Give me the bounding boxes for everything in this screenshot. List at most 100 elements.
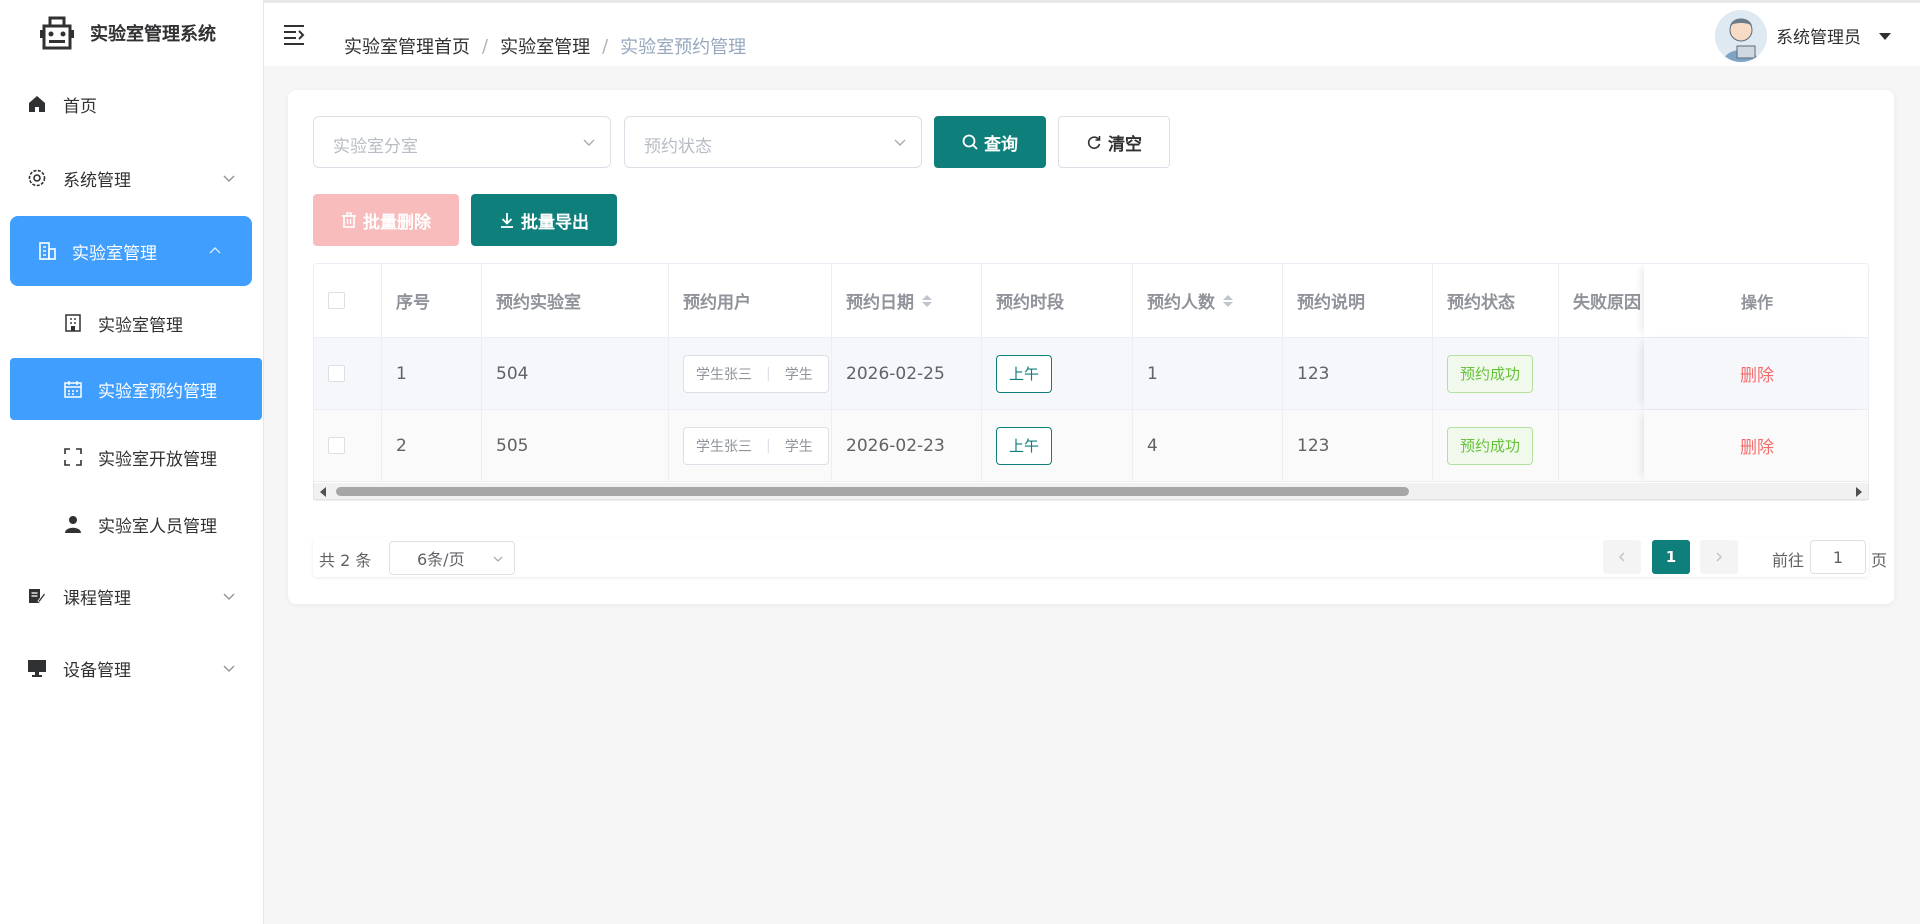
slot-tag: 上午: [996, 354, 1052, 393]
office-icon: [62, 312, 84, 334]
cell-index: 2: [382, 410, 482, 481]
cell-note: 123: [1283, 338, 1433, 409]
column-header-label: 操作: [1740, 292, 1773, 312]
column-header-count[interactable]: 预约人数: [1133, 264, 1283, 337]
status-select[interactable]: 预约状态: [624, 116, 922, 168]
delete-link[interactable]: 删除: [1740, 433, 1774, 458]
column-header: 预约用户: [669, 264, 832, 337]
goto-page-input[interactable]: 1: [1810, 540, 1866, 574]
room-select[interactable]: 实验室分室: [313, 116, 611, 168]
breadcrumb-home[interactable]: 实验室管理首页: [344, 33, 470, 59]
menu-collapse-icon[interactable]: [282, 23, 306, 45]
user-icon: [62, 513, 84, 535]
sort-caret-icon[interactable]: [1223, 294, 1233, 307]
row-checkbox[interactable]: [328, 365, 345, 382]
page-size-select[interactable]: 6条/页: [389, 541, 515, 575]
column-header: 序号: [382, 264, 482, 337]
sidebar-subitem-lab-manage[interactable]: 实验室管理: [0, 292, 264, 354]
sidebar-item-label: 设备管理: [63, 660, 131, 681]
cell-date: 2026-02-25: [832, 338, 982, 409]
scroll-right-icon[interactable]: [1856, 487, 1862, 497]
users-tags-input[interactable]: 学生张三 | 学生: [683, 426, 829, 465]
cell-reason: [1559, 338, 1649, 409]
pagination: 共 2 条 6条/页 1 前往 1 页: [313, 537, 1887, 577]
breadcrumb-separator: /: [482, 35, 489, 57]
caret-down-icon[interactable]: [1879, 33, 1891, 40]
chevron-down-icon: [223, 175, 235, 182]
sidebar-item-home[interactable]: 首页: [0, 74, 264, 134]
delete-link[interactable]: 删除: [1740, 361, 1774, 386]
page-unit-label: 页: [1871, 551, 1888, 570]
chevron-down-icon: [583, 139, 595, 146]
sort-caret-icon[interactable]: [922, 294, 932, 307]
cell-users: 学生张三 | 学生: [669, 338, 832, 409]
brand[interactable]: 实验室管理系统: [0, 0, 263, 66]
page-number-button[interactable]: 1: [1652, 540, 1690, 574]
next-page-button[interactable]: [1700, 540, 1738, 574]
clear-button-label: 清空: [1108, 134, 1142, 155]
gear-icon: [26, 167, 48, 189]
top-header: 实验室管理首页 / 实验室管理 / 实验室预约管理 系统管理员: [264, 0, 1920, 66]
row-select-cell: [314, 338, 382, 409]
page-size-value: 6条/页: [417, 550, 465, 569]
chevron-down-icon: [894, 139, 906, 146]
user-name-dropdown[interactable]: 系统管理员: [1776, 23, 1861, 48]
goto-label: 前往: [1772, 551, 1805, 570]
select-all-checkbox[interactable]: [328, 292, 345, 309]
cell-status: 预约成功: [1433, 410, 1559, 481]
batch-delete-label: 批量删除: [363, 212, 431, 233]
cell-date: 2026-02-23: [832, 410, 982, 481]
sidebar-item-label: 首页: [63, 96, 97, 117]
sidebar-subitem-label: 实验室预约管理: [98, 381, 217, 402]
refresh-icon: [1087, 136, 1101, 149]
status-select-placeholder: 预约状态: [644, 137, 712, 157]
sidebar-item-equipment[interactable]: 设备管理: [0, 638, 264, 698]
chevron-right-icon: [1716, 552, 1723, 562]
cell-lab: 504: [482, 338, 669, 409]
status-badge: 预约成功: [1447, 354, 1533, 393]
home-icon: [26, 93, 48, 115]
cell-actions: 删除: [1644, 410, 1868, 481]
scroll-left-icon[interactable]: [320, 487, 326, 497]
sidebar-item-course[interactable]: 课程管理: [0, 566, 264, 626]
clear-button[interactable]: 清空: [1058, 116, 1170, 168]
chevron-up-icon: [209, 247, 221, 254]
search-icon: [962, 134, 978, 150]
breadcrumb-separator: /: [602, 35, 609, 57]
lab-logo-icon: [40, 16, 74, 50]
batch-delete-button[interactable]: 批量删除: [313, 194, 459, 246]
sidebar: 实验室管理系统 首页 系统管理 实验室管理 实验室管理 实验室预约管理 实验室开…: [0, 0, 264, 924]
batch-export-button[interactable]: 批量导出: [471, 194, 617, 246]
avatar[interactable]: [1715, 10, 1767, 62]
trash-icon: [342, 212, 356, 228]
prev-page-button[interactable]: [1603, 540, 1641, 574]
cell-lab: 505: [482, 410, 669, 481]
column-header-date[interactable]: 预约日期: [832, 264, 982, 337]
cell-note: 123: [1283, 410, 1433, 481]
sidebar-subitem-label: 实验室开放管理: [98, 449, 217, 470]
sidebar-item-system[interactable]: 系统管理: [0, 148, 264, 208]
column-header: 预约说明: [1283, 264, 1433, 337]
table-horizontal-scrollbar[interactable]: [313, 483, 1869, 500]
sidebar-item-lab[interactable]: 实验室管理: [10, 216, 252, 286]
column-header-label: 预约日期: [846, 293, 914, 313]
scan-frame-icon: [62, 446, 84, 468]
cell-count: 1: [1133, 338, 1283, 409]
scrollbar-thumb[interactable]: [336, 487, 1409, 496]
breadcrumb-lab[interactable]: 实验室管理: [500, 33, 590, 59]
sidebar-subitem-lab-booking[interactable]: 实验室预约管理: [10, 358, 262, 420]
breadcrumb-current: 实验室预约管理: [620, 37, 747, 58]
user-tag: 学生张三: [696, 438, 752, 455]
users-tags-input[interactable]: 学生张三 | 学生: [683, 354, 829, 393]
query-button[interactable]: 查询: [934, 116, 1046, 168]
sidebar-subitem-lab-staff[interactable]: 实验室人员管理: [0, 493, 264, 555]
building-icon: [36, 240, 58, 262]
cell-status: 预约成功: [1433, 338, 1559, 409]
column-header: 预约状态: [1433, 264, 1559, 337]
sidebar-subitem-lab-open[interactable]: 实验室开放管理: [0, 426, 264, 488]
column-header-actions: 操作: [1644, 264, 1868, 337]
row-checkbox[interactable]: [328, 437, 345, 454]
user-tag: 学生: [784, 438, 813, 455]
sidebar-subitem-label: 实验室管理: [98, 315, 183, 336]
sidebar-item-label: 课程管理: [63, 588, 131, 609]
